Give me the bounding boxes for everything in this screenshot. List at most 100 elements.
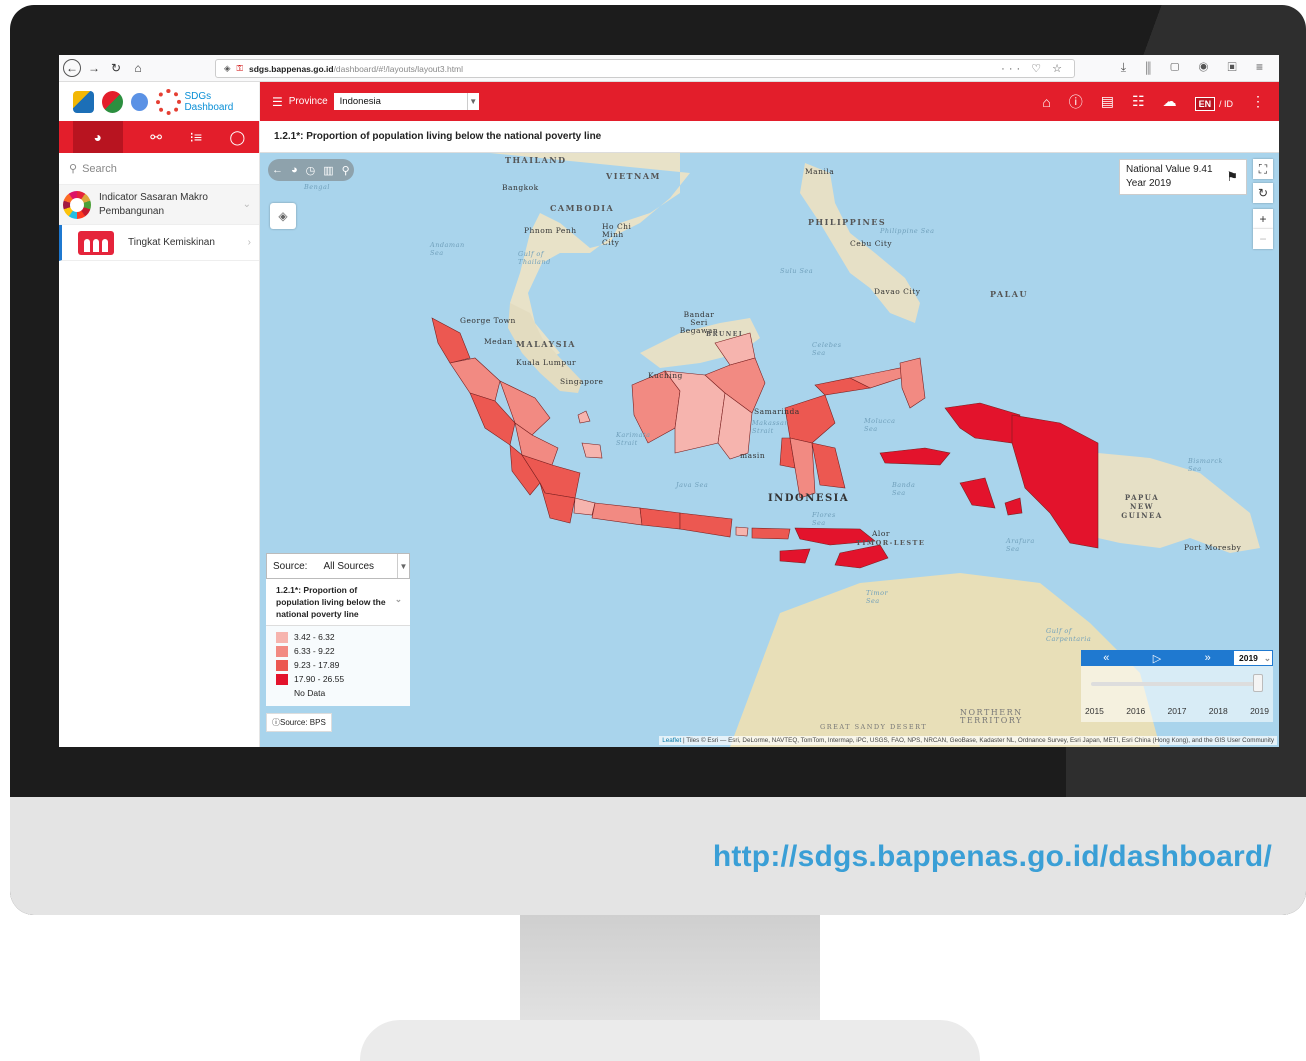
zoom-in-button[interactable]: +	[1253, 209, 1273, 229]
address-bar[interactable]: ◈ ⚿ sdgs.bappenas.go.id /dashboard/#!/la…	[215, 59, 1075, 78]
legend-swatch	[276, 673, 288, 685]
home-icon[interactable]: ⌂	[1042, 94, 1050, 110]
label-great-sandy: GREAT SANDY DESERT	[820, 723, 928, 731]
list-icon[interactable]: ☷	[1132, 93, 1145, 110]
label-alor: Alor	[872, 529, 890, 538]
reload-button[interactable]: ↻	[107, 59, 125, 77]
rewind-button[interactable]: «	[1081, 652, 1132, 664]
sidebar-item-indicator-makro[interactable]: Indicator Sasaran Makro Pembangunan ⌄	[59, 185, 259, 225]
table-icon[interactable]: ▤	[1101, 93, 1114, 110]
refresh-button[interactable]: ↻	[1253, 183, 1273, 203]
zoom-out-button[interactable]: −	[1253, 229, 1273, 249]
source-badge-text: Source: BPS	[280, 718, 326, 727]
timeline-slider[interactable]	[1091, 682, 1257, 686]
legend-swatch	[276, 688, 288, 699]
year-tick[interactable]: 2017	[1168, 706, 1187, 716]
label-makassar: Makassar Strait	[752, 419, 788, 435]
label-medan: Medan	[484, 337, 513, 346]
map-attribution: Leaflet | Tiles © Esri — Esri, DeLorme, …	[659, 736, 1277, 745]
fullscreen-icon: ⛶	[1258, 161, 1268, 176]
clock-icon[interactable]: ◷	[306, 164, 316, 177]
timeline-years: 2015 2016 2017 2018 2019	[1081, 706, 1273, 716]
label-brunei: BRUNEI	[706, 331, 744, 338]
province-riau-islands	[577, 410, 591, 424]
tab-hierarchy[interactable]: ⚯	[150, 129, 162, 146]
province-ntt-timor	[834, 544, 889, 569]
timeline-thumb[interactable]	[1253, 674, 1263, 692]
chevron-down-icon: ▼	[397, 554, 409, 578]
sdgs-dashboard-logo[interactable]: SDGs Dashboard	[156, 88, 259, 115]
province-north-maluku	[899, 357, 926, 409]
refresh-icon: ↻	[1257, 186, 1269, 200]
page-actions-icons[interactable]: ··· ♡ ☆	[1001, 62, 1066, 75]
map-right-controls: ⛶ ↻ + −	[1253, 159, 1273, 249]
label-png: PAPUA NEW GUINEA	[1121, 493, 1163, 520]
list-icon: ⁝≡	[189, 128, 203, 145]
tab-list[interactable]: ⁝≡	[189, 129, 202, 146]
label-gulf-thailand: Gulf of Thailand	[518, 250, 551, 266]
url-path: /dashboard/#!/layouts/layout3.html	[333, 63, 464, 74]
label-george-town: George Town	[460, 316, 516, 325]
label-bengal: Bengal	[304, 183, 330, 191]
label-arafura: Arafura Sea	[1006, 537, 1035, 553]
province-central-sulawesi	[784, 394, 836, 444]
location-pin-icon[interactable]: ⚲	[342, 164, 350, 177]
forward-button[interactable]: »	[1182, 652, 1233, 664]
legend-label: 6.33 - 9.22	[294, 646, 335, 656]
info-icon[interactable]: ⓘ	[1069, 92, 1083, 112]
choropleth-map[interactable]: THAILAND Bangkok VIETNAM CAMBODIA Phnom …	[260, 153, 1279, 747]
flag-icon[interactable]: ⚑	[1226, 170, 1238, 184]
arrow-left-icon[interactable]: ←	[272, 164, 283, 176]
legend-title[interactable]: 1.2.1*: Proportion of population living …	[266, 579, 410, 626]
province-east-java	[679, 512, 733, 538]
year-tick[interactable]: 2016	[1126, 706, 1145, 716]
forward-button[interactable]: →	[85, 59, 103, 77]
year-tick[interactable]: 2018	[1209, 706, 1228, 716]
monitor-stand-base	[360, 1020, 980, 1061]
home-button[interactable]: ⌂	[129, 59, 147, 77]
map-legend: Source: All Sources ▼ 1.2.1*: Proportion…	[266, 553, 410, 706]
source-badge[interactable]: ⓘSource: BPS	[266, 713, 332, 732]
source-select[interactable]: Source: All Sources ▼	[266, 553, 410, 579]
year-tick[interactable]: 2019	[1250, 706, 1269, 716]
more-vert-icon[interactable]: ⋮	[1251, 93, 1265, 110]
map-toolbar: ← ◕ ◷ ▥ ⚲	[268, 159, 354, 181]
search-input[interactable]: ⚲ Search	[59, 153, 259, 185]
leaflet-link[interactable]: Leaflet	[662, 737, 681, 744]
province-west-papua	[944, 402, 1021, 444]
legend-label: No Data	[294, 688, 326, 698]
info-icon: ⓘ	[272, 718, 280, 727]
year-tick[interactable]: 2015	[1085, 706, 1104, 716]
label-molucca-sea: Molucca Sea	[864, 417, 896, 433]
cloud-download-icon[interactable]: ☁	[1163, 93, 1177, 110]
label-karimata: Karimata Strait	[616, 431, 651, 447]
layers-button[interactable]: ◈	[270, 203, 296, 229]
tab-globe[interactable]: ◕	[72, 121, 123, 153]
hierarchy-icon: ⚯	[150, 128, 162, 145]
selected-year: 2019	[1239, 653, 1258, 663]
lang-id-button[interactable]: / ID	[1219, 99, 1233, 109]
province-select[interactable]: Indonesia ▼	[333, 93, 479, 110]
national-value-label: National Value 9.41	[1126, 164, 1213, 175]
globe-icon[interactable]: ◕	[291, 164, 298, 176]
browser-tools-icons[interactable]: ⤓ ⫼ ▢ ◉ ▣ ≡	[1121, 60, 1271, 75]
chevron-down-icon: ⌄	[1263, 652, 1272, 663]
timeline-controls: « ▷ » 2019 ⌄	[1081, 650, 1273, 666]
province-banten	[573, 497, 596, 516]
fullscreen-button[interactable]: ⛶	[1253, 159, 1273, 179]
legend-swatch	[276, 631, 288, 643]
lang-en-button[interactable]: EN	[1194, 96, 1216, 111]
play-button[interactable]: ▷	[1132, 652, 1183, 665]
label-port-moresby: Port Moresby	[1184, 543, 1242, 552]
year-select[interactable]: 2019 ⌄	[1233, 650, 1273, 666]
source-value: All Sources	[323, 560, 375, 572]
chart-icon[interactable]: ▥	[323, 164, 333, 177]
sidebar-item-tingkat-kemiskinan[interactable]: Tingkat Kemiskinan ›	[59, 225, 259, 261]
year-label: Year 2019	[1126, 178, 1172, 189]
chevron-down-icon: ▼	[466, 93, 479, 110]
legend-row: 9.23 - 17.89	[276, 658, 400, 672]
bappenas-logo	[73, 90, 95, 113]
back-button[interactable]: ←	[63, 59, 81, 77]
legend-rows: 3.42 - 6.32 6.33 - 9.22 9.23 - 17.89 17.…	[266, 626, 410, 706]
tab-sdg[interactable]: ◯	[230, 129, 246, 146]
